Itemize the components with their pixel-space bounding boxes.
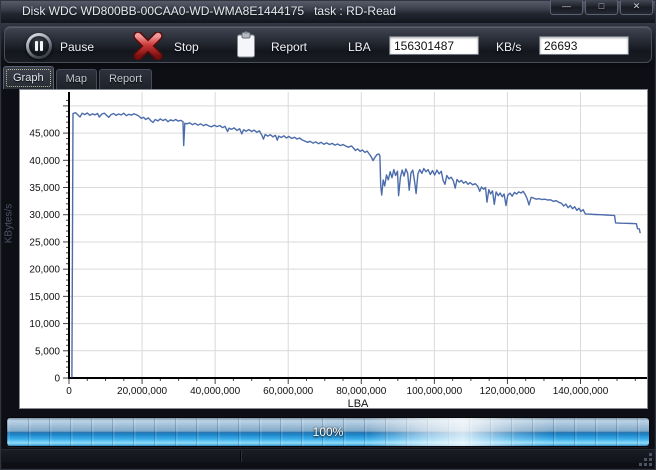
- app-window: Disk WDC WD800BB-00CAA0-WD-WMA8E1444175 …: [0, 0, 656, 470]
- toolbar: Pause Stop Report LBA 156301487 KB/s 266…: [4, 26, 652, 63]
- pause-button-label: Pause: [60, 40, 95, 54]
- svg-text:15,000: 15,000: [29, 292, 60, 303]
- maximize-button[interactable]: □: [585, 0, 618, 15]
- stop-button[interactable]: Stop: [129, 27, 234, 64]
- svg-text:10,000: 10,000: [29, 319, 60, 330]
- svg-text:LBA: LBA: [348, 398, 369, 408]
- svg-text:140,000,000: 140,000,000: [553, 386, 609, 397]
- kbs-value-field[interactable]: [539, 36, 629, 55]
- svg-text:20,000,000: 20,000,000: [117, 386, 167, 397]
- progress-percent-label: 100%: [312, 425, 344, 439]
- report-button[interactable]: Report: [231, 27, 336, 64]
- resize-grip-icon[interactable]: [639, 453, 653, 467]
- lba-value-field[interactable]: [389, 36, 479, 55]
- kbs-label: KB/s: [496, 40, 522, 54]
- progress-bar: 100%: [6, 417, 650, 447]
- status-bar: [1, 449, 655, 463]
- svg-text:25,000: 25,000: [29, 237, 60, 248]
- svg-text:35,000: 35,000: [29, 183, 60, 194]
- tab-report[interactable]: Report: [98, 69, 153, 89]
- clipboard-icon: [235, 31, 257, 65]
- report-button-label: Report: [271, 40, 308, 54]
- minimize-button[interactable]: —: [550, 0, 583, 15]
- pause-button[interactable]: Pause: [21, 27, 146, 64]
- window-controls: — □ ✕: [550, 0, 653, 15]
- svg-text:100,000,000: 100,000,000: [407, 386, 463, 397]
- speed-chart: 0 5,000 10,000 15,000 20,000 25,000 30,000 35,0…: [29, 92, 647, 408]
- tab-strip: Graph Map Report: [3, 66, 154, 89]
- svg-text:120,000,000: 120,000,000: [480, 386, 536, 397]
- chart-panel: 0 5,000 10,000 15,000 20,000 25,000 30,000 35,0…: [19, 89, 648, 409]
- svg-text:30,000: 30,000: [29, 210, 60, 221]
- svg-text:60,000,000: 60,000,000: [263, 386, 313, 397]
- pause-icon: [26, 33, 52, 59]
- svg-text:0: 0: [54, 374, 60, 385]
- window-title: Disk WDC WD800BB-00CAA0-WD-WMA8E1444175 …: [22, 4, 397, 18]
- status-bar-divider: [240, 451, 241, 462]
- close-button[interactable]: ✕: [620, 0, 653, 15]
- svg-text:20,000: 20,000: [29, 265, 60, 276]
- chart-y-axis-title: KBytes/s: [3, 203, 15, 244]
- svg-text:80,000,000: 80,000,000: [336, 386, 386, 397]
- stop-button-label: Stop: [174, 40, 199, 54]
- svg-text:0: 0: [66, 386, 72, 397]
- stop-icon: [133, 31, 163, 65]
- svg-text:40,000: 40,000: [29, 156, 60, 167]
- tab-graph[interactable]: Graph: [3, 66, 54, 89]
- svg-text:40,000,000: 40,000,000: [190, 386, 240, 397]
- svg-text:5,000: 5,000: [35, 346, 60, 357]
- svg-text:45,000: 45,000: [29, 129, 60, 140]
- lba-label: LBA: [348, 40, 371, 54]
- tab-map[interactable]: Map: [55, 69, 97, 89]
